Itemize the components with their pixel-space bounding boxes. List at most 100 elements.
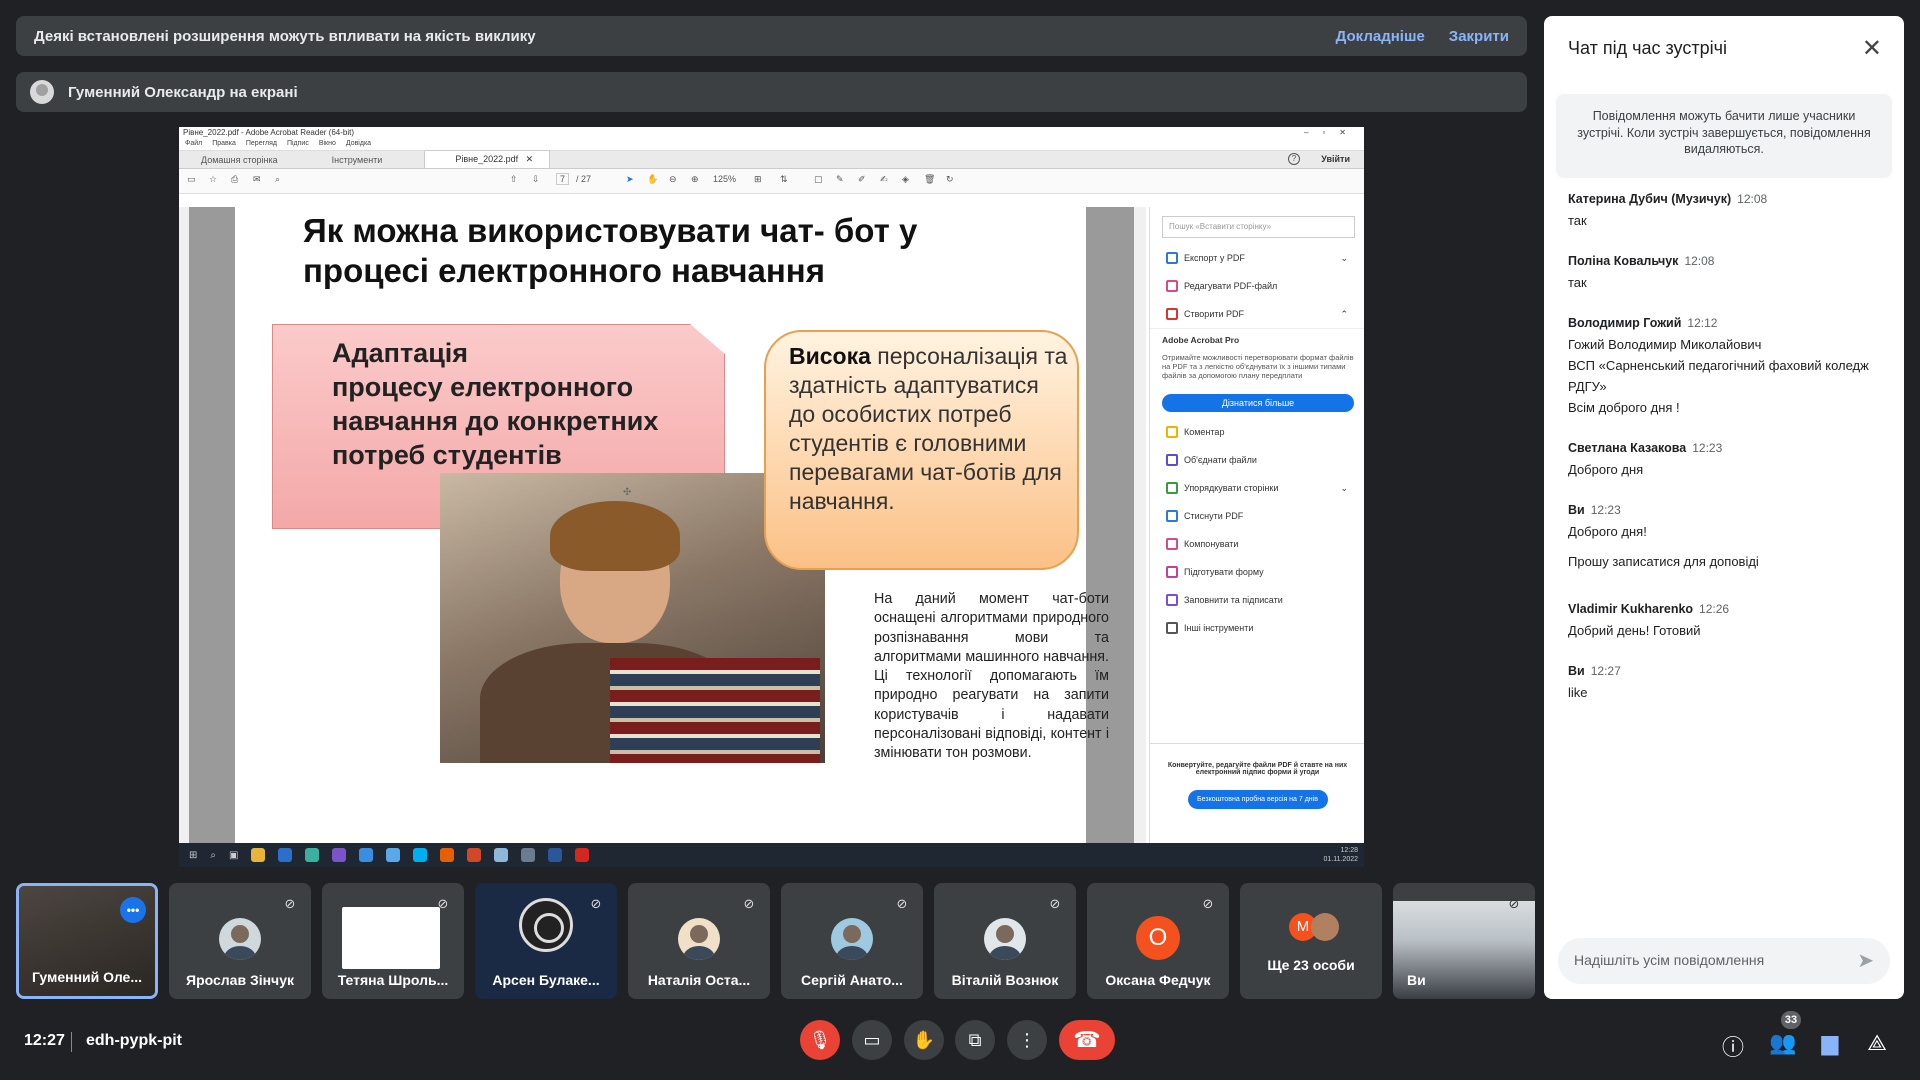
- menu-item[interactable]: Підпис: [287, 140, 309, 150]
- raise-hand-button[interactable]: ✋: [904, 1020, 944, 1060]
- zoom-out-icon[interactable]: ⊖: [669, 174, 677, 185]
- page-up-icon[interactable]: ⇧: [510, 174, 518, 185]
- tool-edit-pdf[interactable]: Редагувати PDF-файл: [1150, 272, 1364, 300]
- activities-button[interactable]: ⟁: [1863, 1030, 1891, 1056]
- participant-tile[interactable]: O ⊘ Оксана Федчук: [1087, 883, 1229, 999]
- mic-off-icon: ⊘: [1508, 896, 1520, 911]
- chat-messages: Катерина Дубич (Музичук) 12:08 так Поліна…: [1568, 192, 1888, 716]
- people-button[interactable]: 👥: [1769, 1030, 1797, 1056]
- rotate-icon[interactable]: ↻: [946, 174, 954, 185]
- tab-home[interactable]: Домашня сторінка: [189, 152, 290, 168]
- help-icon[interactable]: ?: [1288, 153, 1300, 165]
- save-icon[interactable]: ▭: [187, 174, 196, 185]
- self-tile[interactable]: ⊘ Ви: [1393, 883, 1535, 999]
- edge-icon[interactable]: [305, 848, 320, 862]
- signin-button[interactable]: Увійти: [1321, 154, 1350, 164]
- acrobat-pro-promo: Adobe Acrobat Pro Отримайте можливості п…: [1150, 328, 1364, 418]
- tool-combine[interactable]: Об'єднати файли: [1150, 446, 1364, 474]
- highlight-icon[interactable]: ✎: [836, 174, 844, 185]
- participant-tile[interactable]: ⊘ Тетяна Шроль...: [322, 883, 464, 999]
- sign-icon[interactable]: ✍: [880, 174, 888, 185]
- word-icon[interactable]: [548, 848, 563, 862]
- app-icon[interactable]: [359, 848, 374, 862]
- tool-more[interactable]: Інші інструменти: [1150, 614, 1364, 642]
- leave-call-button[interactable]: ☎: [1059, 1020, 1115, 1060]
- firefox-icon[interactable]: [440, 848, 455, 862]
- app-icon[interactable]: [521, 848, 536, 862]
- app-icon[interactable]: [494, 848, 509, 862]
- tool-comment[interactable]: Коментар: [1150, 418, 1364, 446]
- comment-icon[interactable]: ▢: [814, 174, 823, 185]
- learn-more-link[interactable]: Докладніше: [1336, 28, 1425, 45]
- tools-search-input[interactable]: Пошук «Вставити сторінку»: [1162, 216, 1355, 238]
- skype-icon[interactable]: [413, 848, 428, 862]
- tool-compress[interactable]: Стиснути PDF: [1150, 502, 1364, 530]
- chat-message: Ви 12:27 like: [1568, 664, 1888, 699]
- present-button[interactable]: ⧉: [955, 1020, 995, 1060]
- chat-button[interactable]: ▆: [1816, 1030, 1844, 1056]
- scroll-mode-icon[interactable]: ⇅: [780, 174, 788, 185]
- email-icon[interactable]: ✉: [253, 174, 261, 185]
- tool-prepare-form[interactable]: Підготувати форму: [1150, 558, 1364, 586]
- chevron-up-icon: ⌃: [1340, 308, 1348, 319]
- send-icon[interactable]: ➤: [1857, 948, 1874, 973]
- fit-page-icon[interactable]: ⊞: [754, 174, 762, 185]
- tool-organize[interactable]: Упорядкувати сторінки ⌄: [1150, 474, 1364, 502]
- page-down-icon[interactable]: ⇩: [532, 174, 540, 185]
- participant-tile[interactable]: ⊘ Віталій Вознюк: [934, 883, 1076, 999]
- tab-tools[interactable]: Інструменти: [320, 152, 395, 168]
- delete-icon[interactable]: 🗑: [924, 174, 935, 185]
- participants-strip: ••• Гуменний Оле... ⊘ Ярослав Зінчук ⊘ Т…: [16, 883, 1535, 999]
- task-view-icon[interactable]: ▣: [229, 850, 238, 861]
- viber-icon[interactable]: [332, 848, 347, 862]
- menu-item[interactable]: Перегляд: [246, 140, 277, 150]
- mic-toggle-button[interactable]: 🎙: [800, 1020, 840, 1060]
- draw-icon[interactable]: ✐: [858, 174, 866, 185]
- menu-item[interactable]: Довідка: [346, 140, 371, 150]
- zoom-in-icon[interactable]: ⊕: [691, 174, 699, 185]
- hand-icon[interactable]: ✋: [647, 174, 658, 185]
- explorer-icon[interactable]: [251, 848, 266, 862]
- mail-icon[interactable]: [278, 848, 293, 862]
- more-options-button[interactable]: ⋮: [1007, 1020, 1047, 1060]
- tool-fill-sign[interactable]: Заповнити та підписати: [1150, 586, 1364, 614]
- document-viewport: Як можна використовувати чат- бот у проц…: [179, 207, 1139, 843]
- app-icon[interactable]: [386, 848, 401, 862]
- stamp-icon[interactable]: ◈: [902, 174, 909, 185]
- left-panel-toggle[interactable]: [179, 207, 189, 843]
- chat-input[interactable]: Надішліть усім повідомлення ➤: [1558, 938, 1890, 984]
- free-trial-button[interactable]: Безкоштовна пробна версія на 7 днів: [1187, 790, 1328, 809]
- participant-tile[interactable]: ⊘ Ярослав Зінчук: [169, 883, 311, 999]
- menu-item[interactable]: Правка: [212, 140, 236, 150]
- tool-compose[interactable]: Компонувати: [1150, 530, 1364, 558]
- start-icon[interactable]: ⊞: [189, 850, 197, 861]
- menu-item[interactable]: Файл: [185, 140, 202, 150]
- zoom-search-icon[interactable]: ⌕: [275, 174, 280, 185]
- tool-create-pdf[interactable]: Створити PDF ⌃: [1150, 300, 1364, 328]
- tool-export-pdf[interactable]: Експорт у PDF ⌄: [1150, 244, 1364, 272]
- message-time: 12:12: [1687, 316, 1718, 330]
- participant-tile[interactable]: ⊘ Наталія Оста...: [628, 883, 770, 999]
- search-icon[interactable]: ⌕: [210, 850, 216, 861]
- comment-tool-icon: [1166, 426, 1178, 438]
- powerpoint-icon[interactable]: [467, 848, 482, 862]
- stacked-avatars: М: [1289, 913, 1339, 941]
- acrobat-icon[interactable]: [575, 848, 590, 862]
- participant-tile[interactable]: ⊘ Сергій Анато...: [781, 883, 923, 999]
- learn-more-button[interactable]: Дізнатися більше: [1162, 394, 1354, 412]
- menu-item[interactable]: Вікно: [319, 140, 336, 150]
- camera-toggle-button[interactable]: ▭: [852, 1020, 892, 1060]
- tab-document[interactable]: Рівне_2022.pdf ✕: [424, 150, 551, 168]
- participant-tile[interactable]: ⊘ Арсен Булаке...: [475, 883, 617, 999]
- close-chat-icon[interactable]: ✕: [1862, 34, 1882, 63]
- print-icon[interactable]: ⎙: [231, 174, 238, 185]
- select-cursor-icon[interactable]: ➤: [626, 174, 634, 185]
- document-scrollbar[interactable]: [1134, 207, 1146, 843]
- zoom-level[interactable]: 125%: [713, 174, 736, 184]
- more-participants-tile[interactable]: М Ще 23 особи: [1240, 883, 1382, 999]
- participant-tile[interactable]: ••• Гуменний Оле...: [16, 883, 158, 999]
- page-number-input[interactable]: 7: [556, 173, 570, 185]
- close-banner-link[interactable]: Закрити: [1449, 28, 1509, 45]
- star-icon[interactable]: ☆: [209, 174, 217, 185]
- meeting-info-button[interactable]: ⓘ: [1719, 1030, 1747, 1062]
